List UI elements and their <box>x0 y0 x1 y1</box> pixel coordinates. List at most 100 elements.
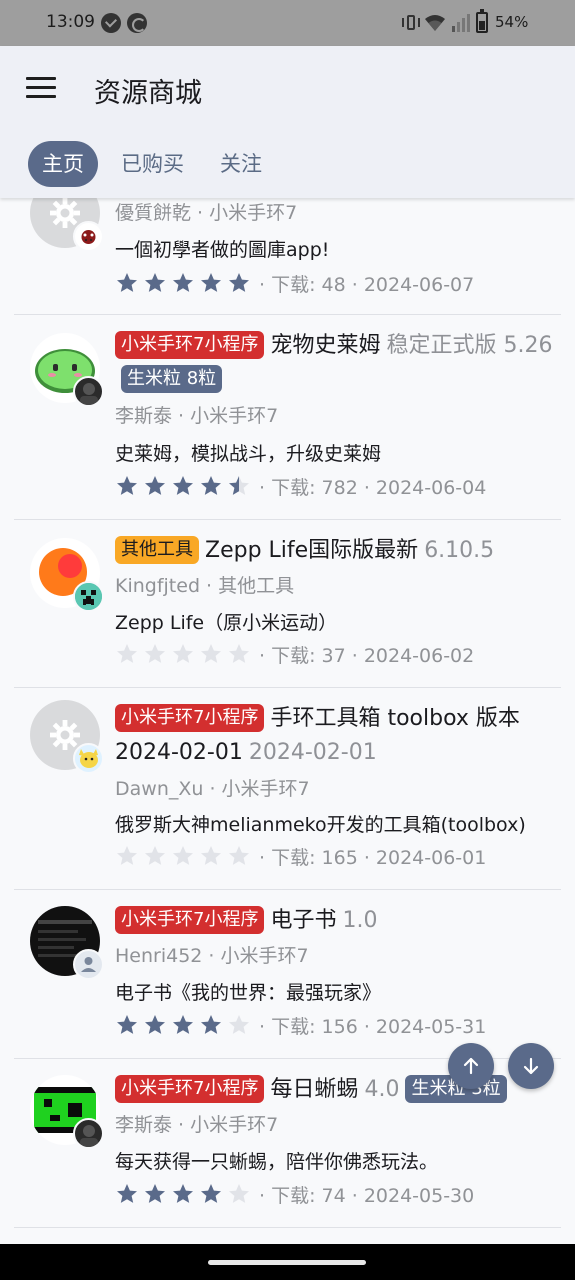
list-item[interactable]: 小米手环7小程序 宠物史莱姆 稳定正式版 5.26 生米粒 8粒 李斯泰 · 小米手环… <box>14 315 561 519</box>
rating-stars <box>115 271 251 295</box>
price-badge: 生米粒 8粒 <box>121 365 223 393</box>
author-line: 優質餅乾 · 小米手环7 <box>115 202 298 224</box>
app-name: 电子书 <box>270 908 337 933</box>
wifi-icon <box>425 15 445 31</box>
list-item[interactable]: 優質餅乾 · 小米手环7 一個初學者做的圖庫app! · 下载: 48 · 20… <box>14 198 561 314</box>
star-icon <box>117 1015 137 1034</box>
star-icon <box>117 273 137 292</box>
star-icon <box>229 1184 249 1203</box>
star-icon <box>173 273 193 292</box>
app-name: 每日蜥蜴 <box>270 1077 359 1102</box>
arrow-up-icon <box>463 1057 479 1075</box>
scroll-bottom-button[interactable] <box>508 1043 554 1089</box>
item-stats: · 下载: 74 · 2024-05-30 <box>115 1179 474 1209</box>
list-item[interactable]: 小米手环7小程序 电子书 1.0 Henri452 · 小米手环7 电子书《我的世界… <box>14 890 561 1058</box>
download-date: · 下载: 37 · 2024-06-02 <box>259 644 475 667</box>
star-icon <box>117 644 137 663</box>
app-name: 宠物史莱姆 <box>270 333 381 358</box>
sync-circle-icon <box>127 13 147 33</box>
arrow-down-icon <box>523 1057 539 1075</box>
app-version: 1.0 <box>342 908 378 933</box>
author-avatar <box>73 376 104 407</box>
tab-purchased[interactable]: 已购买 <box>121 141 184 187</box>
download-date: · 下载: 165 · 2024-06-01 <box>259 846 487 869</box>
author-avatar <box>73 743 104 774</box>
download-date: · 下载: 782 · 2024-06-04 <box>259 476 487 499</box>
rating-stars <box>115 1013 251 1037</box>
rating-stars <box>115 844 251 868</box>
star-icon <box>229 1015 249 1034</box>
star-icon <box>173 846 193 865</box>
star-icon <box>145 1184 165 1203</box>
item-stats: · 下载: 37 · 2024-06-02 <box>115 639 474 669</box>
star-icon <box>229 273 249 292</box>
app-version: 4.0 <box>364 1077 400 1102</box>
author-line: Henri452 · 小米手环7 <box>115 945 309 967</box>
category-tag: 其他工具 <box>115 536 199 564</box>
star-icon <box>117 476 137 495</box>
star-icon <box>173 1184 193 1203</box>
star-icon <box>229 644 249 663</box>
page-title: 资源商城 <box>94 78 202 109</box>
app-version: 稳定正式版 5.26 <box>386 333 553 358</box>
item-description: 电子书《我的世界：最强玩家》 <box>115 982 382 1004</box>
battery-percent: 54% <box>495 13 529 31</box>
item-stats: · 下载: 782 · 2024-06-04 <box>115 471 486 501</box>
download-date: · 下载: 156 · 2024-05-31 <box>259 1015 487 1038</box>
star-icon <box>117 1184 137 1203</box>
category-tag: 小米手环7小程序 <box>115 704 265 732</box>
category-tag: 小米手环7小程序 <box>115 906 265 934</box>
signal-icon <box>452 14 470 32</box>
app-header: 资源商城 主页 已购买 关注 <box>0 46 575 198</box>
battery-icon <box>476 9 488 33</box>
star-icon <box>229 476 249 495</box>
star-icon <box>201 476 221 495</box>
download-date: · 下载: 74 · 2024-05-30 <box>259 1184 475 1207</box>
item-description: 俄罗斯大神melianmeko开发的工具箱(toolbox) <box>115 814 526 836</box>
menu-icon[interactable] <box>26 77 56 99</box>
star-icon <box>173 644 193 663</box>
category-tag: 小米手环7小程序 <box>115 331 265 359</box>
star-icon <box>201 1184 221 1203</box>
star-icon <box>145 1015 165 1034</box>
app-version: 6.10.5 <box>424 538 495 563</box>
home-gesture-handle[interactable] <box>208 1260 366 1265</box>
status-time: 13:09 <box>46 12 95 32</box>
check-circle-icon <box>101 13 121 33</box>
status-bar: 13:09 54% <box>0 0 575 46</box>
star-icon <box>173 476 193 495</box>
author-line: Dawn_Xu · 小米手环7 <box>115 778 310 800</box>
app-name: Zepp Life国际版最新 <box>205 538 419 563</box>
star-icon <box>229 846 249 865</box>
star-icon <box>201 273 221 292</box>
download-date: · 下载: 48 · 2024-06-07 <box>259 273 475 296</box>
rating-stars <box>115 1182 251 1206</box>
category-tag: 小米手环7小程序 <box>115 1075 265 1103</box>
tab-home[interactable]: 主页 <box>28 141 98 187</box>
star-icon <box>173 1015 193 1034</box>
author-line: Kingfjted · 其他工具 <box>115 575 295 597</box>
item-description: 史莱姆，模拟战斗，升级史莱姆 <box>115 443 382 465</box>
list-item[interactable]: 其他工具 Zepp Life国际版最新 6.10.5 Kingfjted · 其他工… <box>14 520 561 687</box>
star-icon <box>145 273 165 292</box>
item-stats: · 下载: 156 · 2024-05-31 <box>115 1010 486 1040</box>
scroll-top-button[interactable] <box>448 1043 494 1089</box>
author-line: 李斯泰 · 小米手环7 <box>115 405 279 427</box>
author-avatar <box>73 949 104 980</box>
star-icon <box>117 846 137 865</box>
tab-following[interactable]: 关注 <box>220 141 262 187</box>
author-line: 李斯泰 · 小米手环7 <box>115 1114 279 1136</box>
item-description: 一個初學者做的圖庫app! <box>115 239 330 261</box>
rating-stars <box>115 474 251 498</box>
list-item[interactable]: 小米手环7小程序 手环工具箱 toolbox 版本 2024-02-01 2024-… <box>14 688 561 889</box>
divider <box>14 1227 561 1228</box>
navigation-bar <box>0 1244 575 1280</box>
star-icon <box>145 476 165 495</box>
app-version: 2024-02-01 <box>248 740 377 765</box>
author-avatar <box>73 221 104 252</box>
star-icon <box>201 846 221 865</box>
item-description: Zepp Life（原小米运动） <box>115 612 338 634</box>
author-avatar <box>73 1118 104 1149</box>
vibrate-icon <box>402 13 420 33</box>
star-icon <box>145 644 165 663</box>
